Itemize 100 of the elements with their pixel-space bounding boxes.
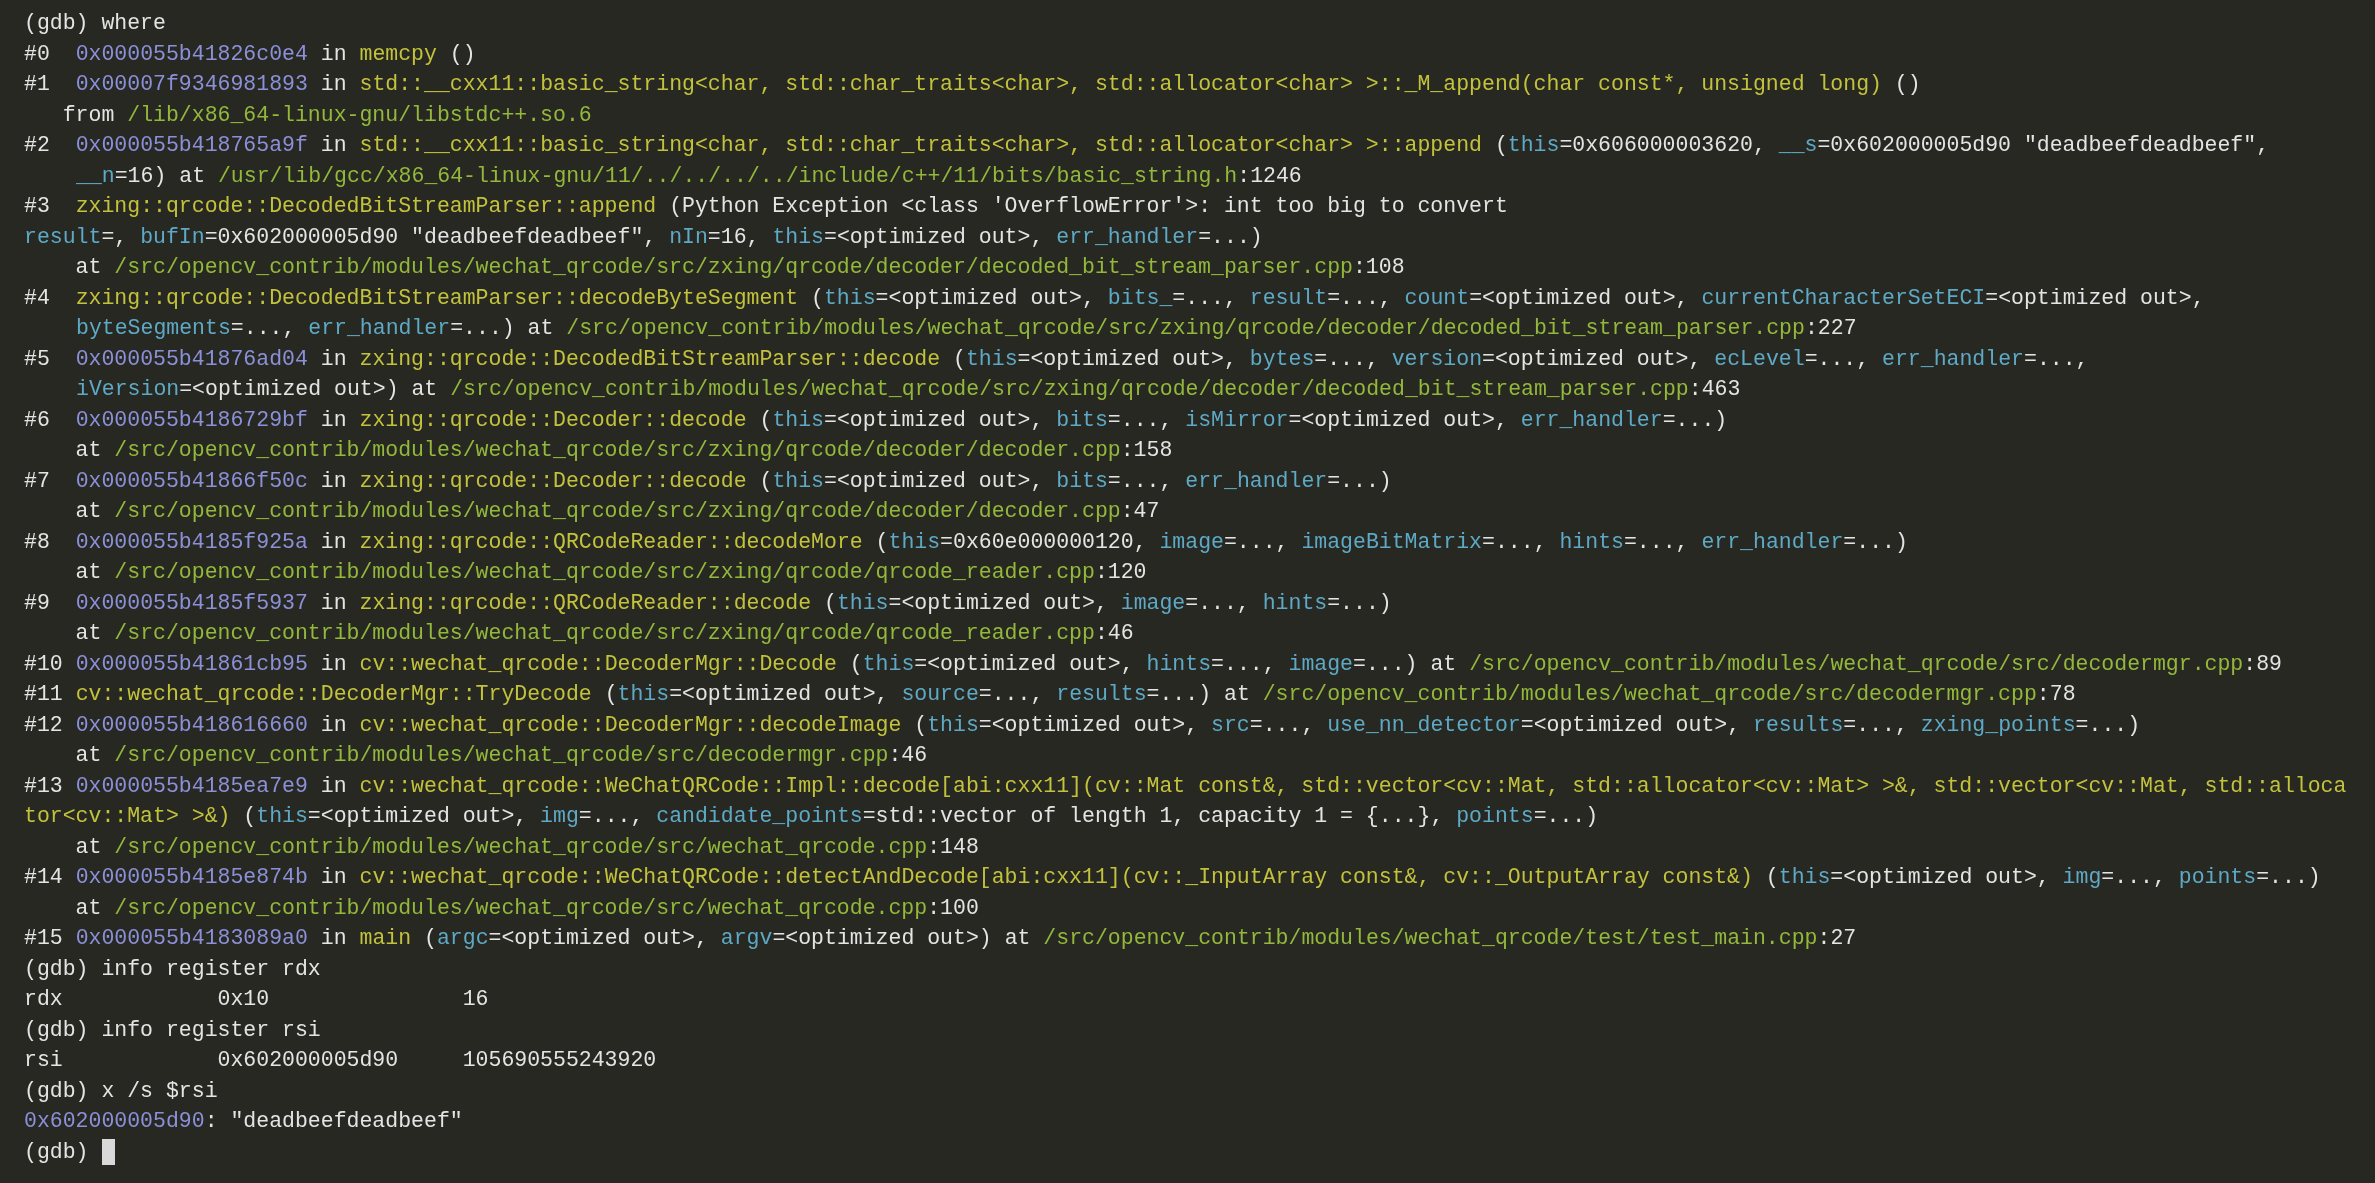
terminal-text: #6 [24,406,50,434]
file-path: /lib/x86_64-linux-gnu/libstdc++.so.6 [127,101,592,129]
parameter-name: err_handler [308,315,451,342]
terminal-text: =<optimized out>) at [179,376,438,403]
terminal-text: =...) at [1146,681,1250,708]
function-name: cv::wechat_qrcode::WeChatQRCode::Impl::decode[abi:cxx11](cv::Mat const&, std::vector<cv::Mat, std::allocator<cv::Mat> >&, std::vector<cv::Mat, std::alloca [359,772,2347,800]
terminal-text: at [75,254,102,281]
terminal-text: :148 [927,833,979,861]
terminal-text: :46 [888,742,928,769]
terminal-text: =<optimized out>, [824,467,1044,495]
terminal-text: =..., [1482,528,1547,556]
terminal-text: =..., [1314,345,1379,373]
terminal-text: :46 [1094,620,1134,647]
terminal-text: ( [824,589,837,617]
terminal-text: #1 [24,71,50,98]
terminal-text: #13 [24,772,63,800]
terminal-text: :100 [927,894,979,922]
function-name: cv::wechat_qrcode::DecoderMgr::TryDecode [75,681,592,708]
address-text: 0x000055b418765a9f [75,132,308,159]
terminal-text: :108 [1352,254,1405,281]
parameter-name: use_nn_detector [1327,711,1521,739]
terminal-text: =...) [1198,223,1263,251]
parameter-name: this [772,467,824,495]
parameter-name: this [617,681,670,708]
address-text: 0x000055b418616660 [75,711,308,739]
parameter-name: bits [1056,406,1108,434]
terminal-text: =..., [1172,284,1237,312]
terminal-text: =..., [2024,345,2089,373]
terminal-text: in [320,345,347,373]
terminal-text: (Python Exception <class 'OverflowError'>: int too big to convert [669,193,1508,220]
terminal-text: =0x606000003620, [1559,132,1766,159]
terminal-text: =..., [1804,345,1870,373]
terminal-text: =<optimized out>, [978,711,1199,739]
parameter-name: result [24,223,102,251]
terminal-text: =, [101,223,128,251]
file-path: /src/opencv_contrib/modules/wechat_qrcode/src/decodermgr.cpp [1262,681,2037,708]
parameter-name: this [772,406,824,434]
terminal-text: () [1894,71,1921,98]
parameter-name: bits_ [1107,284,1173,312]
terminal-text: : "deadbeefdeadbeef" [204,1108,463,1135]
parameter-name: this [836,589,889,617]
terminal-text: :47 [1120,498,1160,525]
parameter-name: points [2178,864,2257,891]
terminal-text: (gdb) x /s $rsi [24,1077,218,1105]
terminal-text: =...) [1533,803,1599,830]
address-text: 0x000055b4186729bf [75,406,308,434]
function-name: std::__cxx11::basic_string<char, std::char_traits<char>, std::allocator<char> >::append [359,132,1482,159]
terminal-text: #15 [24,925,63,952]
terminal-text: =..., [578,803,644,830]
terminal-text: at [75,498,102,525]
terminal-text: (gdb) info register rsi [24,1016,321,1044]
function-name: cv::wechat_qrcode::DecoderMgr::decodeImage [359,711,902,739]
parameter-name: argv [720,925,773,952]
address-text: 0x000055b4185ea7e9 [75,772,308,800]
terminal-text: =...) [1662,406,1728,434]
terminal-text: #12 [24,711,63,739]
terminal-text: ( [811,284,824,312]
parameter-name: results [1753,711,1844,739]
parameter-name: points [1456,803,1534,830]
terminal-text: ( [604,681,618,708]
address-text: 0x000055b4183089a0 [75,925,308,952]
parameter-name: this [862,650,915,678]
parameter-name: image [1159,528,1224,556]
parameter-name: __n [76,162,115,190]
file-path: /src/opencv_contrib/modules/wechat_qrcode/src/wechat_qrcode.cpp [114,894,928,922]
terminal-text: in [320,40,347,68]
function-name: zxing::qrcode::DecodedBitStreamParser::append [75,193,657,220]
terminal-text: =<optimized out>, [824,406,1044,434]
terminal-text: =16, [707,223,760,251]
terminal-text: in [320,406,347,434]
function-name: zxing::qrcode::DecodedBitStreamParser::decode [359,345,941,373]
parameter-name: err_handler [1185,467,1328,495]
terminal-text: =...) [1327,589,1392,617]
parameter-name: this [823,284,876,312]
parameter-name: hints [1559,528,1624,556]
parameter-name: this [256,803,308,830]
terminal-text: =<optimized out>, [888,589,1108,617]
parameter-name: this [1778,864,1831,891]
function-name: memcpy [359,40,437,68]
terminal-text: at [75,894,102,922]
terminal-text: ( [849,650,863,678]
terminal-text: in [320,864,347,891]
terminal-text: :158 [1120,437,1173,464]
terminal-text: #2 [24,132,50,159]
address-text: 0x000055b41861cb95 [75,650,308,678]
terminal-text: ( [953,345,966,373]
terminal-text: :1246 [1237,162,1302,190]
terminal-text: =<optimized out>, [914,650,1134,678]
file-path: /src/opencv_contrib/modules/wechat_qrcode/src/zxing/qrcode/decoder/decoded_bit_stream_parser.cpp [450,376,1689,403]
terminal-text: =<optimized out>, [1469,284,1689,312]
function-name: cv::wechat_qrcode::WeChatQRCode::detectAndDecode[abi:cxx11](cv::_InputArray const&, cv::_OutputArray const&) [359,864,1753,891]
terminal-text: =..., [230,315,296,342]
terminal-text: =<optimized out>, [307,803,528,830]
terminal-text: #11 [24,681,63,708]
terminal-text: (gdb) info register rdx [24,955,321,983]
terminal-text: in [320,925,347,952]
terminal-text: =..., [1107,406,1173,434]
parameter-name: hints [1146,650,1212,678]
terminal-text: #3 [24,193,50,220]
file-path: /src/opencv_contrib/modules/wechat_qrcode/src/zxing/qrcode/decoder/decoder.cpp [114,498,1121,525]
